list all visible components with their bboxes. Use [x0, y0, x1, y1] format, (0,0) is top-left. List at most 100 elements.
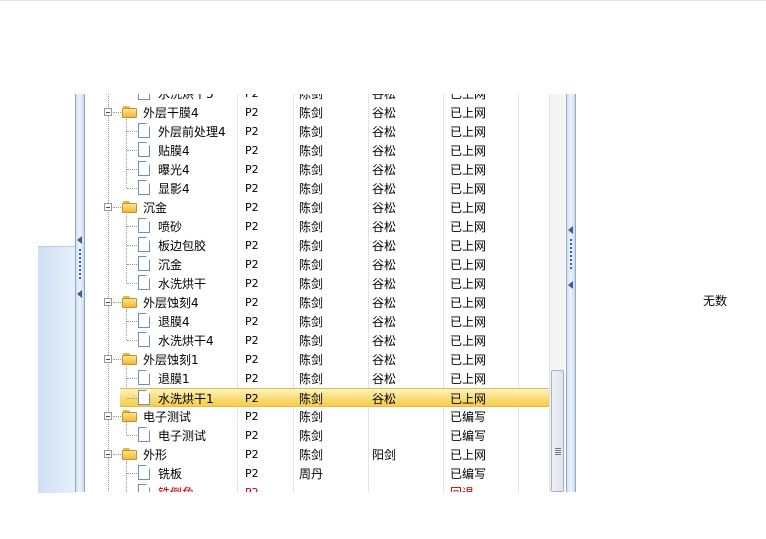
status-cell: 已上网: [450, 144, 487, 158]
tree-connector-line: [127, 150, 137, 152]
folder-icon: [122, 106, 138, 118]
tree-connector-line: [127, 283, 137, 285]
tree-connector-line: [127, 169, 137, 171]
document-icon: [138, 275, 150, 290]
operator-cell: 陈剑: [299, 410, 324, 424]
tree-item-row[interactable]: 喷砂 P2 陈剑 谷松 已上网: [86, 217, 549, 236]
status-cell: 已上网: [450, 239, 487, 253]
document-icon: [138, 332, 150, 347]
tree-item-label: 外层干膜4: [143, 106, 199, 120]
tree-folder-row[interactable]: 外层蚀刻4 P2 陈剑 谷松 已上网: [86, 293, 549, 312]
tree-folder-row[interactable]: 电子测试 P2 陈剑 已编写: [86, 407, 549, 426]
collapse-left-arrow-icon[interactable]: [77, 290, 82, 298]
operator-cell: 陈剑: [299, 163, 324, 177]
document-icon: [138, 218, 150, 233]
operator-cell: 陈剑: [299, 201, 324, 215]
operator-cell: 陈剑: [299, 392, 324, 406]
folder-icon: [122, 296, 138, 308]
operator-cell: 陈剑: [299, 277, 324, 291]
tree-item-row[interactable]: 沉金 P2 陈剑 谷松 已上网: [86, 255, 549, 274]
operator-cell: 陈剑: [299, 182, 324, 196]
priority-cell: P2: [245, 106, 259, 119]
document-icon: [138, 313, 150, 328]
left-side-panel: [38, 246, 75, 493]
tree-item-label: 贴膜4: [158, 144, 190, 158]
status-cell: 已编写: [450, 467, 487, 481]
tree-connector-line: [127, 378, 137, 380]
operator-cell: 陈剑: [299, 315, 324, 329]
collapse-toggle-icon[interactable]: [104, 412, 112, 420]
priority-cell: P2: [245, 392, 259, 405]
collapse-toggle-icon[interactable]: [104, 355, 112, 363]
reviewer-cell: 谷松: [372, 201, 397, 215]
priority-cell: P2: [245, 372, 259, 385]
tree-item-row[interactable]: 板边包胶 P2 陈剑 谷松 已上网: [86, 236, 549, 255]
collapse-left-arrow-icon[interactable]: [568, 226, 573, 234]
tree-item-row[interactable]: 退膜4 P2 陈剑 谷松 已上网: [86, 312, 549, 331]
priority-cell: P2: [245, 353, 259, 366]
reviewer-cell: 谷松: [372, 392, 397, 406]
collapse-left-arrow-icon[interactable]: [77, 236, 82, 244]
document-icon: [138, 484, 150, 492]
scrollbar-thumb[interactable]: [551, 370, 564, 492]
tree-item-row[interactable]: 曝光4 P2 陈剑 谷松 已上网: [86, 160, 549, 179]
priority-cell: P2: [245, 485, 259, 492]
tree-folder-row[interactable]: 沉金 P2 陈剑 谷松 已上网: [86, 198, 549, 217]
collapse-toggle-icon[interactable]: [104, 108, 112, 116]
collapse-toggle-icon[interactable]: [104, 203, 112, 211]
priority-cell: P2: [245, 239, 259, 252]
tree-connector-line: [127, 398, 137, 400]
tree-item-label: 电子测试: [158, 429, 207, 443]
status-cell: 已上网: [450, 448, 487, 462]
status-cell: 已上网: [450, 392, 487, 406]
priority-cell: P2: [245, 296, 259, 309]
vertical-scrollbar[interactable]: [549, 94, 565, 492]
right-splitter[interactable]: [566, 94, 576, 492]
tree-connector-line: [127, 321, 137, 323]
tree-folder-row[interactable]: 外层干膜4 P2 陈剑 谷松 已上网: [86, 103, 549, 122]
tree-connector-line: [127, 245, 137, 247]
tree-connector-line: [127, 188, 137, 190]
document-icon: [138, 123, 150, 138]
operator-cell: 陈剑: [299, 448, 324, 462]
tree-item-label: 水洗烘干3: [158, 94, 214, 101]
status-cell: 已上网: [450, 353, 487, 367]
reviewer-cell: 谷松: [372, 220, 397, 234]
tree-item-row[interactable]: 外层前处理4 P2 陈剑 谷松 已上网: [86, 122, 549, 141]
tree-item-row[interactable]: 水洗烘干4 P2 陈剑 谷松 已上网: [86, 331, 549, 350]
splitter-grip-icon[interactable]: [79, 249, 81, 281]
tree-connector-line: [127, 131, 137, 133]
tree-item-row[interactable]: 电子测试 P2 陈剑 已编写: [86, 426, 549, 445]
tree-item-label: 退膜1: [158, 372, 190, 386]
status-cell: 已上网: [450, 258, 487, 272]
operator-cell: 陈剑: [299, 125, 324, 139]
tree-item-label: 外层蚀刻1: [143, 353, 199, 367]
document-icon: [138, 237, 150, 252]
document-icon: [138, 427, 150, 442]
tree-item-row[interactable]: 显影4 P2 陈剑 谷松 已上网: [86, 179, 549, 198]
collapse-toggle-icon[interactable]: [104, 450, 112, 458]
tree-folder-row[interactable]: 外层蚀刻1 P2 陈剑 谷松 已上网: [86, 350, 549, 369]
process-tree-grid[interactable]: 水洗烘干3P2陈剑谷松已上网外层干膜4P2陈剑谷松已上网外层前处理4P2陈剑谷松…: [86, 94, 549, 492]
folder-icon: [122, 448, 138, 460]
collapse-left-arrow-icon[interactable]: [568, 281, 573, 289]
status-cell: 已上网: [450, 94, 487, 101]
tree-item-row[interactable]: 退膜1 P2 陈剑 谷松 已上网: [86, 369, 549, 388]
priority-cell: P2: [245, 201, 259, 214]
tree-item-row[interactable]: 铣倒角 P2 回退: [86, 483, 549, 492]
tree-item-row[interactable]: 水洗烘干1 P2 陈剑 谷松 已上网: [120, 388, 549, 407]
reviewer-cell: 谷松: [372, 239, 397, 253]
status-cell: 已上网: [450, 106, 487, 120]
operator-cell: 陈剑: [299, 144, 324, 158]
collapse-toggle-icon[interactable]: [104, 298, 112, 306]
tree-folder-row[interactable]: 外形 P2 陈剑 阳剑 已上网: [86, 445, 549, 464]
tree-item-row[interactable]: 贴膜4 P2 陈剑 谷松 已上网: [86, 141, 549, 160]
tree-item-row[interactable]: 水洗烘干3 P2 陈剑 谷松 已上网: [86, 94, 549, 103]
tree-item-row[interactable]: 铣板 P2 周丹 已编写: [86, 464, 549, 483]
tree-item-label: 退膜4: [158, 315, 190, 329]
folder-icon: [122, 353, 138, 365]
tree-item-row[interactable]: 水洗烘干 P2 陈剑 谷松 已上网: [86, 274, 549, 293]
splitter-grip-icon[interactable]: [570, 239, 572, 271]
left-splitter[interactable]: [75, 94, 85, 492]
document-icon: [138, 142, 150, 157]
